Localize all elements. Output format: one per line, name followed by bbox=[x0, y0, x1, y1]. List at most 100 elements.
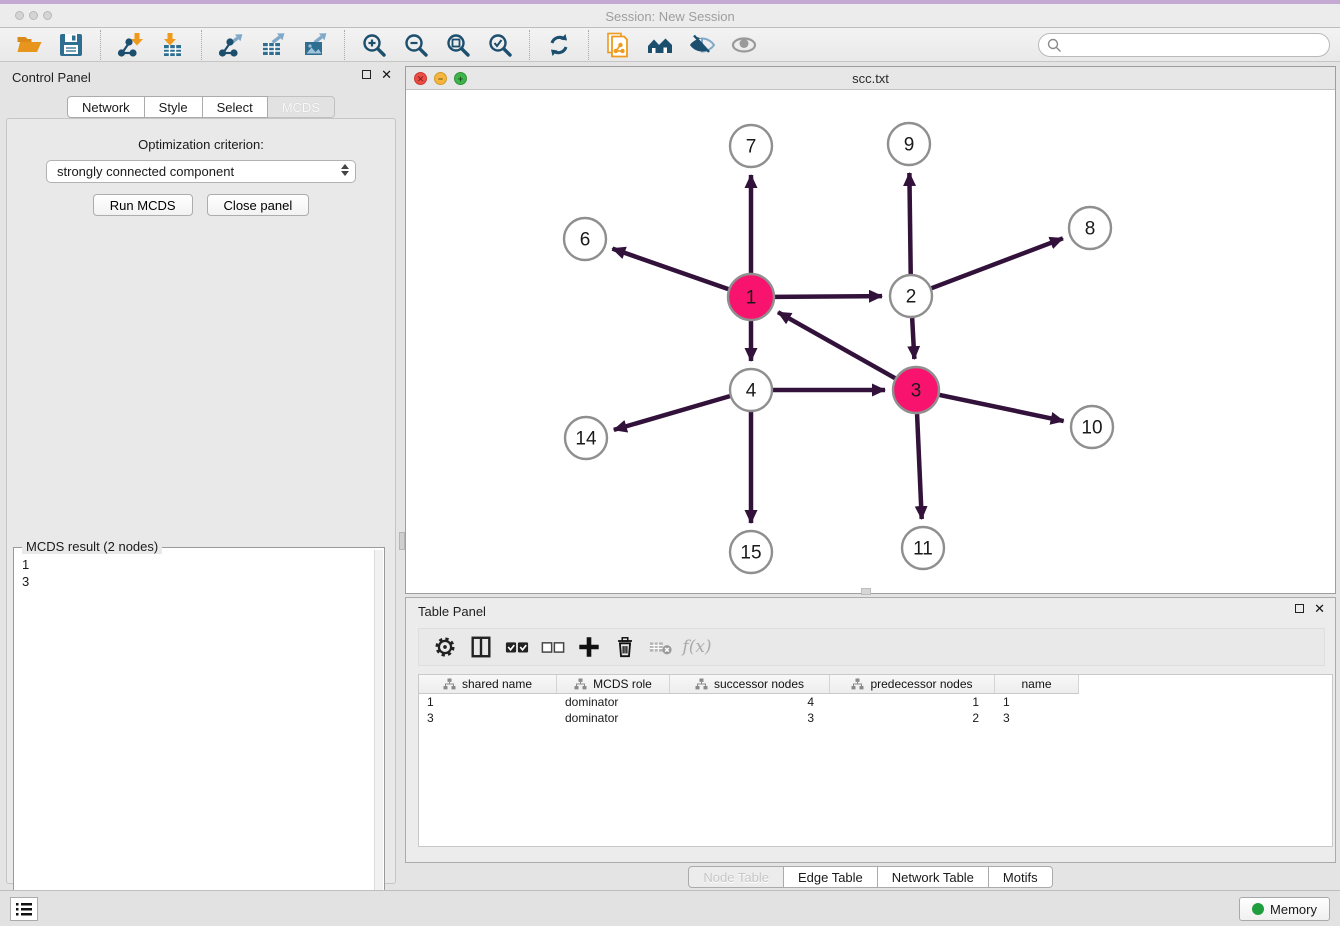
node-table-body: 1dominator4113dominator323 bbox=[419, 694, 1332, 726]
horizontal-splitter-handle[interactable] bbox=[861, 588, 871, 595]
network-overview-icon[interactable] bbox=[639, 30, 681, 60]
memory-button[interactable]: Memory bbox=[1239, 897, 1330, 921]
close-table-panel-icon[interactable]: ✕ bbox=[1314, 604, 1325, 613]
table-cell[interactable]: dominator bbox=[557, 710, 670, 726]
table-panel-title: Table Panel bbox=[418, 604, 486, 619]
table-cell[interactable]: 3 bbox=[419, 710, 557, 726]
graph-edge-3-10[interactable] bbox=[939, 395, 1063, 421]
status-bar: Memory bbox=[0, 890, 1340, 926]
shared-column-icon bbox=[443, 678, 456, 690]
refresh-icon[interactable] bbox=[538, 30, 580, 60]
delete-table-icon[interactable] bbox=[643, 632, 679, 662]
task-history-button[interactable] bbox=[10, 897, 38, 921]
graph-node-label-9: 9 bbox=[904, 135, 915, 156]
control-tab-style[interactable]: Style bbox=[145, 96, 203, 118]
export-table-icon[interactable] bbox=[252, 30, 294, 60]
control-tab-network[interactable]: Network bbox=[67, 96, 145, 118]
column-header-label: name bbox=[1021, 677, 1051, 691]
hide-graphics-details-icon[interactable] bbox=[681, 30, 723, 60]
zoom-in-icon[interactable] bbox=[353, 30, 395, 60]
table-toolbar: f(x) bbox=[418, 628, 1325, 666]
unselect-all-columns-icon[interactable] bbox=[535, 632, 571, 662]
graph-node-label-4: 4 bbox=[746, 381, 757, 402]
table-tab-node-table[interactable]: Node Table bbox=[688, 866, 784, 888]
open-file-icon[interactable] bbox=[8, 30, 50, 60]
column-header-shared-name[interactable]: shared name bbox=[419, 675, 557, 694]
graph-edge-3-11[interactable] bbox=[917, 414, 922, 519]
titlebar-accent-strip bbox=[0, 0, 1340, 4]
table-cell[interactable]: dominator bbox=[557, 694, 670, 710]
column-header-name[interactable]: name bbox=[995, 675, 1079, 694]
table-tab-network-table[interactable]: Network Table bbox=[878, 866, 989, 888]
table-cell[interactable]: 1 bbox=[995, 694, 1079, 710]
shared-column-icon bbox=[851, 678, 864, 690]
graph-node-label-2: 2 bbox=[906, 287, 917, 308]
table-cell[interactable]: 3 bbox=[995, 710, 1079, 726]
close-panel-icon[interactable]: ✕ bbox=[381, 70, 392, 79]
node-table: shared nameMCDS role successor nodes prede… bbox=[418, 674, 1333, 847]
table-cell[interactable]: 1 bbox=[830, 694, 995, 710]
column-header-label: predecessor nodes bbox=[870, 677, 972, 691]
select-value: strongly connected component bbox=[57, 164, 234, 179]
graph-edge-2-3[interactable] bbox=[912, 318, 914, 359]
graph-node-label-7: 7 bbox=[746, 137, 757, 158]
table-cell[interactable]: 1 bbox=[419, 694, 557, 710]
function-builder-icon[interactable]: f(x) bbox=[679, 632, 715, 662]
mcds-result-list: 13 bbox=[14, 552, 374, 926]
graph-edge-2-8[interactable] bbox=[932, 238, 1063, 288]
control-panel: Control Panel ✕ NetworkStyleSelectMCDS O… bbox=[0, 62, 402, 888]
column-settings-gear-icon[interactable] bbox=[427, 632, 463, 662]
import-network-icon[interactable] bbox=[109, 30, 151, 60]
zoom-out-icon[interactable] bbox=[395, 30, 437, 60]
export-network-icon[interactable] bbox=[210, 30, 252, 60]
close-panel-button[interactable]: Close panel bbox=[207, 194, 310, 216]
birds-eye-view-icon[interactable] bbox=[723, 30, 765, 60]
table-row: 3dominator323 bbox=[419, 710, 1332, 726]
zoom-selected-icon[interactable] bbox=[479, 30, 521, 60]
graph-edge-1-6[interactable] bbox=[612, 249, 728, 290]
add-column-icon[interactable] bbox=[571, 632, 607, 662]
control-tab-mcds[interactable]: MCDS bbox=[268, 96, 335, 118]
graph-edge-2-9[interactable] bbox=[909, 173, 910, 274]
node-table-header: shared nameMCDS role successor nodes prede… bbox=[419, 675, 1332, 694]
column-header-successor-nodes[interactable]: successor nodes bbox=[670, 675, 830, 694]
optimization-criterion-select[interactable]: strongly connected component bbox=[46, 160, 356, 183]
graph-edge-4-14[interactable] bbox=[614, 396, 730, 430]
show-columns-icon[interactable] bbox=[463, 632, 499, 662]
task-list-icon bbox=[15, 901, 33, 917]
graph-edge-3-1[interactable] bbox=[778, 312, 895, 378]
import-table-icon[interactable] bbox=[151, 30, 193, 60]
float-table-panel-icon[interactable] bbox=[1295, 604, 1304, 613]
float-panel-icon[interactable] bbox=[362, 70, 371, 79]
graph-node-label-8: 8 bbox=[1085, 219, 1096, 240]
result-scrollbar[interactable] bbox=[374, 550, 383, 926]
network-window-title: scc.txt bbox=[406, 71, 1335, 86]
table-tab-edge-table[interactable]: Edge Table bbox=[784, 866, 878, 888]
table-tab-motifs[interactable]: Motifs bbox=[989, 866, 1053, 888]
control-tab-select[interactable]: Select bbox=[203, 96, 268, 118]
network-canvas[interactable]: 1234678910111415 bbox=[406, 90, 1335, 593]
table-cell[interactable]: 3 bbox=[670, 710, 830, 726]
application-window: Session: New Session bbox=[0, 0, 1340, 926]
graph-node-label-1: 1 bbox=[746, 288, 757, 309]
memory-status-icon bbox=[1252, 903, 1264, 915]
window-title: Session: New Session bbox=[0, 9, 1340, 24]
column-header-label: successor nodes bbox=[714, 677, 804, 691]
run-mcds-button[interactable]: Run MCDS bbox=[93, 194, 193, 216]
table-cell[interactable]: 4 bbox=[670, 694, 830, 710]
select-all-columns-icon[interactable] bbox=[499, 632, 535, 662]
new-network-from-selection-icon[interactable] bbox=[597, 30, 639, 60]
search-field[interactable] bbox=[1038, 33, 1330, 57]
save-session-icon[interactable] bbox=[50, 30, 92, 60]
zoom-fit-icon[interactable] bbox=[437, 30, 479, 60]
column-header-MCDS-role[interactable]: MCDS role bbox=[557, 675, 670, 694]
export-image-icon[interactable] bbox=[294, 30, 336, 60]
table-cell[interactable]: 2 bbox=[830, 710, 995, 726]
graph-edge-1-2[interactable] bbox=[775, 296, 882, 297]
delete-column-icon[interactable] bbox=[607, 632, 643, 662]
mcds-result-item: 3 bbox=[22, 573, 374, 590]
mcds-result-group: MCDS result (2 nodes) 13 bbox=[13, 547, 385, 926]
column-header-predecessor-nodes[interactable]: predecessor nodes bbox=[830, 675, 995, 694]
search-input[interactable] bbox=[1067, 35, 1329, 55]
select-stepper-icon bbox=[341, 164, 349, 176]
